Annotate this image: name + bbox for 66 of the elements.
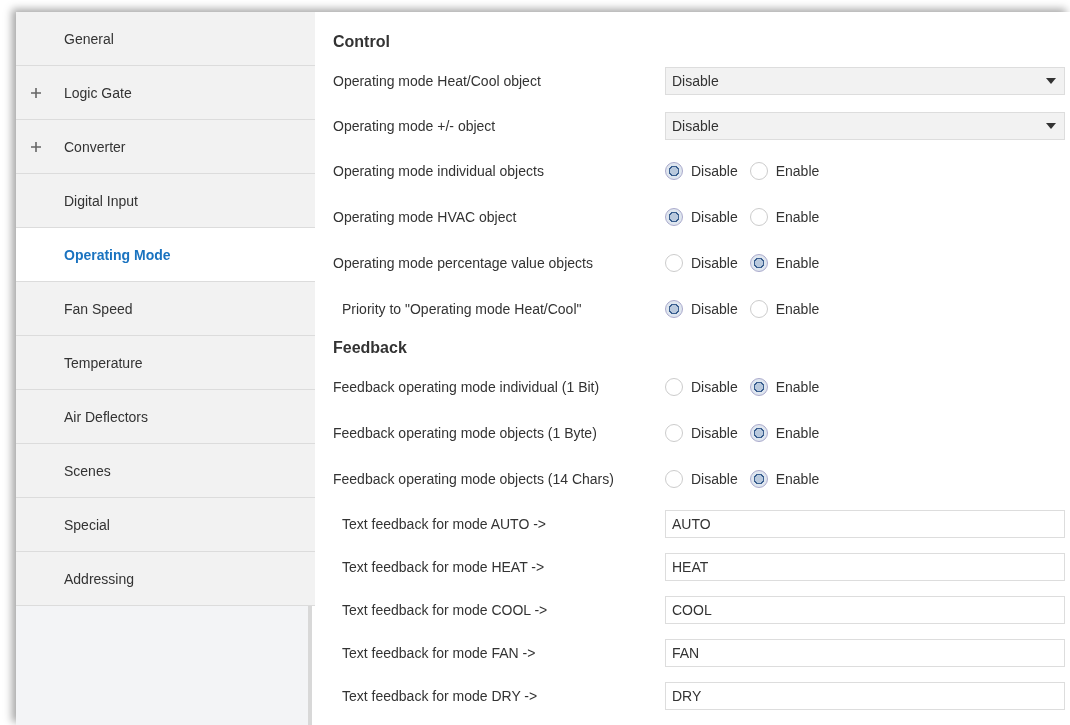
field-label: Operating mode +/- object <box>333 117 497 134</box>
field-label: Operating mode percentage value objects <box>333 255 594 271</box>
text-field[interactable]: FAN <box>665 638 1065 667</box>
field-label: Feedback operating mode objects (1 Byte) <box>333 425 598 441</box>
radio-button[interactable] <box>749 162 768 180</box>
caret-icon <box>1046 122 1056 129</box>
field-label: Feedback operating mode individual (1 Bit) <box>333 379 601 395</box>
radio-button[interactable] <box>665 300 683 318</box>
sidebar-item[interactable]: Special <box>16 498 315 552</box>
plus-icon <box>31 142 41 152</box>
plus-icon <box>31 88 41 98</box>
sidebar-item[interactable]: Converter <box>16 120 315 174</box>
radio-label[interactable]: Disable <box>691 163 738 179</box>
radio-label[interactable]: Disable <box>691 301 738 317</box>
field-label: Operating mode HVAC object <box>333 209 518 225</box>
radio-label[interactable]: Disable <box>691 255 738 271</box>
sidebar-item[interactable]: Scenes <box>16 444 315 498</box>
field-label: Text feedback for mode AUTO -> <box>341 515 547 532</box>
radio-button[interactable] <box>749 300 768 318</box>
radio-button[interactable] <box>749 470 768 488</box>
field-label: Text feedback for mode COOL -> <box>341 601 549 618</box>
radio-button[interactable] <box>665 208 683 226</box>
radio-label[interactable]: Disable <box>691 425 738 441</box>
radio-label[interactable]: Enable <box>775 379 820 395</box>
sidebar-item[interactable]: Addressing <box>16 552 315 606</box>
radio-label[interactable]: Enable <box>775 163 820 179</box>
radio-label[interactable]: Enable <box>775 209 820 225</box>
radio-label[interactable]: Disable <box>691 379 738 395</box>
sidebar-item[interactable]: Digital Input <box>16 174 315 228</box>
caret-icon <box>1046 77 1056 84</box>
radio-button[interactable] <box>665 424 683 442</box>
sidebar-item[interactable]: Operating Mode <box>16 228 315 282</box>
radio-label[interactable]: Enable <box>775 425 820 441</box>
radio-button[interactable] <box>665 254 683 272</box>
radio-label[interactable]: Enable <box>775 301 820 317</box>
field-label: Operating mode Heat/Cool object <box>333 72 542 89</box>
text-field[interactable]: AUTO <box>665 509 1065 538</box>
sidebar-item[interactable]: General <box>16 12 315 66</box>
radio-label[interactable]: Enable <box>775 255 820 271</box>
field-label: Text feedback for mode FAN -> <box>341 644 537 661</box>
radio-button[interactable] <box>749 254 768 272</box>
radio-button[interactable] <box>749 378 768 396</box>
sidebar-item[interactable]: Temperature <box>16 336 315 390</box>
dropdown[interactable]: Disable <box>665 111 1065 140</box>
radio-button[interactable] <box>749 208 768 226</box>
sidebar-item[interactable]: Fan Speed <box>16 282 315 336</box>
field-label: Text feedback for mode HEAT -> <box>341 558 546 575</box>
dropdown[interactable]: Disable <box>665 66 1065 95</box>
field-label: Priority to "Operating mode Heat/Cool" <box>341 301 583 317</box>
field-label: Feedback operating mode objects (14 Chars) <box>333 471 615 487</box>
sidebar-item[interactable]: Air Deflectors <box>16 390 315 444</box>
radio-button[interactable] <box>665 470 683 488</box>
field-label: Text feedback for mode DRY -> <box>341 687 539 704</box>
field-label: Operating mode individual objects <box>333 163 545 179</box>
radio-button[interactable] <box>665 378 683 396</box>
radio-label[interactable]: Enable <box>775 471 820 487</box>
radio-button[interactable] <box>749 424 768 442</box>
text-field[interactable]: DRY <box>665 681 1065 710</box>
text-field[interactable]: HEAT <box>665 552 1065 581</box>
radio-label[interactable]: Disable <box>691 471 738 487</box>
section-title: Feedback <box>333 338 408 358</box>
text-field[interactable]: COOL <box>665 595 1065 624</box>
radio-button[interactable] <box>665 162 683 180</box>
radio-label[interactable]: Disable <box>691 209 738 225</box>
section-title: Control <box>333 32 391 52</box>
sidebar-item[interactable]: Logic Gate <box>16 66 315 120</box>
